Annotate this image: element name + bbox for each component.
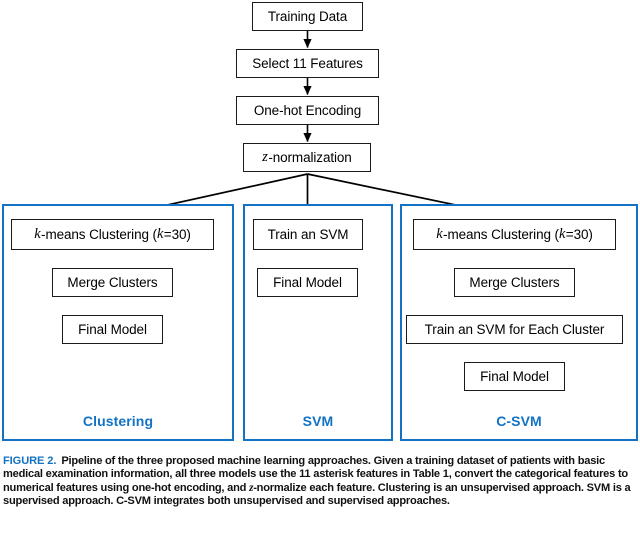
node-csvm-kmeans-label-tail: =30): [565, 226, 593, 242]
node-svm-final-label: Final Model: [273, 274, 342, 290]
figure-container: Training Data Select 11 Features One-hot…: [0, 0, 640, 535]
panel-clustering-title: Clustering: [82, 413, 154, 429]
node-csvm-final-label: Final Model: [480, 368, 549, 384]
node-csvm-merge[interactable]: Merge Clusters: [454, 268, 575, 297]
node-csvm-train[interactable]: Train an SVM for Each Cluster: [406, 315, 623, 344]
node-csvm-final[interactable]: Final Model: [464, 362, 565, 391]
node-z-normalization-label: -normalization: [268, 149, 352, 165]
node-clustering-final[interactable]: Final Model: [62, 315, 163, 344]
panel-c-svm-title: C-SVM: [496, 413, 542, 429]
node-clustering-kmeans[interactable]: k -means Clustering (k =30): [11, 219, 214, 250]
node-csvm-kmeans-italic-k2: k: [558, 226, 566, 243]
node-clustering-kmeans-italic-k1: k: [34, 226, 41, 243]
node-training-data-label: Training Data: [267, 8, 348, 24]
node-csvm-kmeans-label-mid: -means Clustering (: [443, 226, 559, 242]
panel-svm-title: SVM: [302, 413, 334, 429]
node-clustering-merge-label: Merge Clusters: [67, 274, 158, 290]
node-svm-train-label: Train an SVM: [267, 226, 349, 242]
node-clustering-merge[interactable]: Merge Clusters: [52, 268, 173, 297]
node-z-normalization[interactable]: z -normalization: [243, 143, 371, 172]
node-csvm-merge-label: Merge Clusters: [469, 274, 560, 290]
node-svm-train[interactable]: Train an SVM: [253, 219, 363, 250]
node-one-hot-encoding-label: One-hot Encoding: [253, 102, 362, 118]
figure-caption: FIGURE 2. Pipeline of the three proposed …: [3, 455, 637, 509]
node-clustering-final-label: Final Model: [78, 321, 147, 337]
node-select-features-label: Select 11 Features: [252, 55, 363, 71]
node-clustering-kmeans-italic-k2: k: [156, 226, 164, 243]
node-csvm-kmeans[interactable]: k -means Clustering (k =30): [413, 219, 616, 250]
node-one-hot-encoding[interactable]: One-hot Encoding: [236, 96, 379, 125]
node-clustering-kmeans-label-mid: -means Clustering (: [41, 226, 157, 242]
node-clustering-kmeans-label-tail: =30): [163, 226, 191, 242]
node-csvm-kmeans-italic-k1: k: [436, 226, 443, 243]
node-svm-final[interactable]: Final Model: [257, 268, 358, 297]
node-csvm-train-label: Train an SVM for Each Cluster: [424, 321, 605, 337]
node-select-features[interactable]: Select 11 Features: [236, 49, 379, 78]
node-training-data[interactable]: Training Data: [252, 2, 363, 31]
figure-caption-label: FIGURE 2.: [3, 455, 57, 467]
